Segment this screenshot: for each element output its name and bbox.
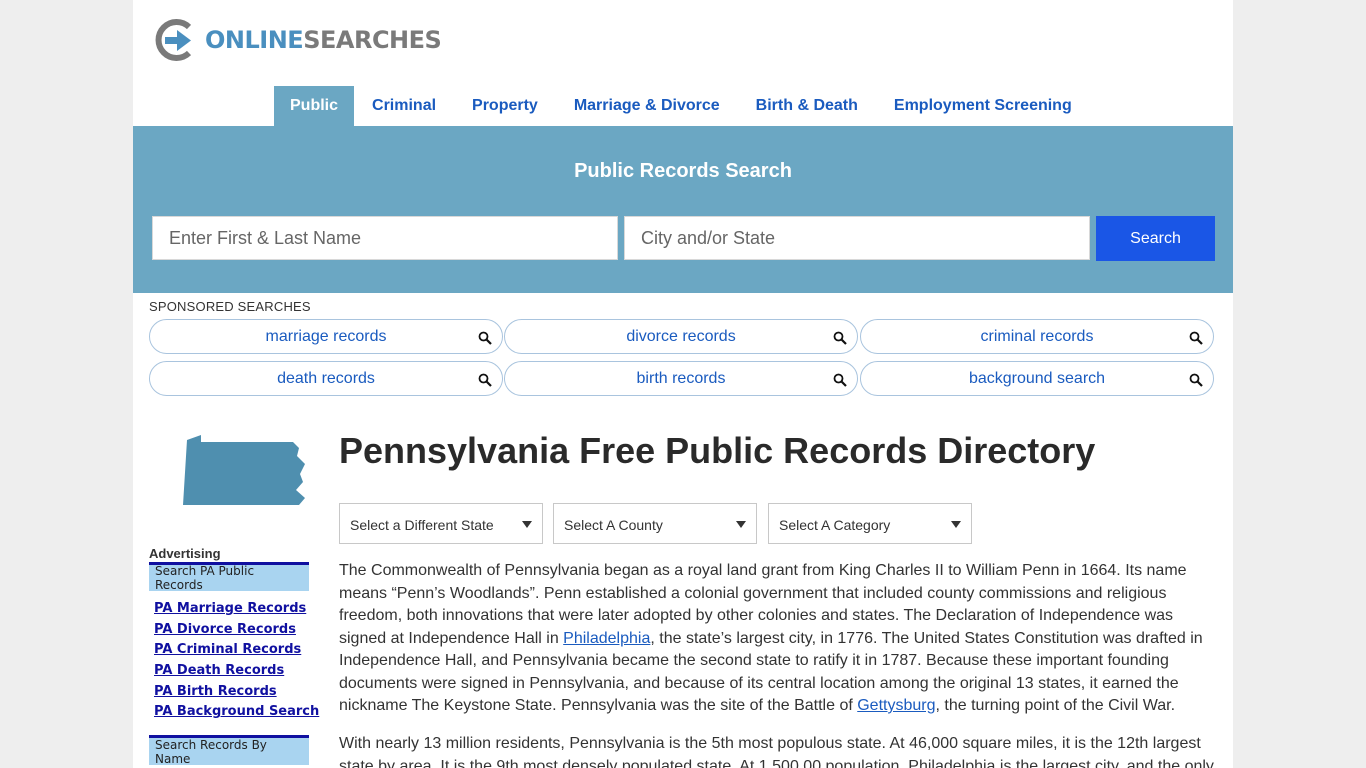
sponsored-criminal-records[interactable]: criminal records [860,319,1214,354]
pennsylvania-map-icon [183,435,305,505]
nav-property[interactable]: Property [454,86,556,126]
search-hero: Public Records Search Search [133,126,1233,293]
sidebar-box-title: Search PA Public Records [149,562,309,592]
sidebar-link-marriage[interactable]: PA Marriage Records [154,601,306,616]
hero-title: Public Records Search [574,160,792,182]
list-item: PA Criminal Records [154,642,319,663]
nav-criminal[interactable]: Criminal [354,86,454,126]
search-icon [1189,373,1203,387]
list-item: PA Death Records [154,663,319,684]
page-title: Pennsylvania Free Public Records Directo… [339,430,1096,471]
caret-down-icon [736,521,746,528]
nav-employment-screening[interactable]: Employment Screening [876,86,1090,126]
list-item: PA Background Search [154,704,319,725]
advertising-label: Advertising [149,546,221,561]
search-icon [833,331,847,345]
search-button[interactable]: Search [1096,216,1215,261]
search-icon [478,373,492,387]
nav-marriage-divorce[interactable]: Marriage & Divorce [556,86,738,126]
sidebar-link-death[interactable]: PA Death Records [154,663,284,678]
list-item: PA Divorce Records [154,622,319,643]
sidebar-box-title: Search Records By Name [149,735,309,766]
sidebar-link-background[interactable]: PA Background Search [154,704,319,719]
sidebar-link-divorce[interactable]: PA Divorce Records [154,622,296,637]
page: ONLINESEARCHES Public Criminal Property … [133,0,1233,768]
sidebar-links: PA Marriage Records PA Divorce Records P… [154,601,319,725]
name-input[interactable] [152,216,618,260]
site-logo[interactable]: ONLINESEARCHES [153,18,442,62]
sidebar-link-birth[interactable]: PA Birth Records [154,684,277,699]
caret-down-icon [522,521,532,528]
sponsored-label: SPONSORED SEARCHES [149,299,311,314]
nav-public[interactable]: Public [274,86,355,126]
category-select[interactable]: Select A Category [768,503,972,544]
logo-arrow-icon [155,19,192,61]
search-icon [833,373,847,387]
sponsored-birth-records[interactable]: birth records [504,361,858,396]
state-select[interactable]: Select a Different State [339,503,543,544]
gettysburg-link[interactable]: Gettysburg [857,697,935,714]
sidebar-link-criminal[interactable]: PA Criminal Records [154,642,301,657]
caret-down-icon [951,521,961,528]
sponsored-background-search[interactable]: background search [860,361,1214,396]
nav-birth-death[interactable]: Birth & Death [738,86,876,126]
main-nav: Public Criminal Property Marriage & Divo… [274,86,1090,126]
list-item: PA Marriage Records [154,601,319,622]
sponsored-divorce-records[interactable]: divorce records [504,319,858,354]
intro-paragraph: The Commonwealth of Pennsylvania began a… [339,562,1203,714]
sponsored-death-records[interactable]: death records [149,361,503,396]
search-icon [478,331,492,345]
population-paragraph: With nearly 13 million residents, Pennsy… [339,735,1214,768]
search-icon [1189,331,1203,345]
list-item: PA Birth Records [154,684,319,705]
logo-text: ONLINESEARCHES [205,26,442,54]
location-input[interactable] [624,216,1090,260]
county-select[interactable]: Select A County [553,503,757,544]
sponsored-marriage-records[interactable]: marriage records [149,319,503,354]
philadelphia-link[interactable]: Philadelphia [563,630,650,647]
